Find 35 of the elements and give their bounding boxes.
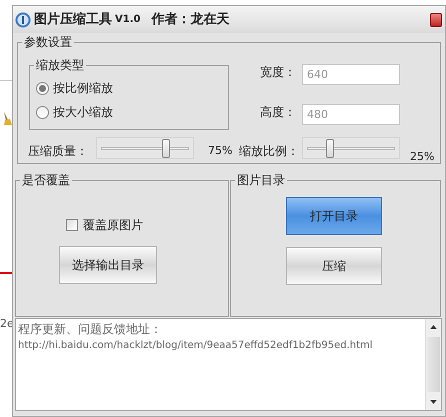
group-title: 参数设置: [22, 34, 74, 50]
radio-label: 按比例缩放: [53, 80, 113, 97]
slider-thumb[interactable]: [162, 139, 170, 158]
author-label: 作者：龙在天: [151, 10, 230, 29]
slider-value: 75%: [208, 143, 232, 159]
group-title: 缩放类型: [34, 57, 86, 73]
output-dir-button[interactable]: 选择输出目录: [59, 246, 157, 284]
slider-track[interactable]: [302, 137, 400, 159]
radio-label: 按大小缩放: [53, 104, 113, 121]
log-link: http://hi.baidu.com/hacklzt/blog/item/9eaa57effd52edf1b2fb95ed.html: [18, 339, 373, 353]
slider-track[interactable]: [96, 137, 194, 159]
log-textarea[interactable]: 程序更新、问题反馈地址： http://hi.baidu.com/hacklzt/blog/item/9eaa57effd52edf1b2fb95ed.html: [15, 318, 442, 411]
group-title: 是否覆盖: [20, 172, 72, 188]
window-title: 图片压缩工具: [34, 10, 112, 29]
checkbox-label: 覆盖原图片: [83, 217, 143, 234]
scroll-up-icon[interactable]: [430, 325, 437, 329]
field-label: 高度：: [260, 104, 296, 121]
checkbox[interactable]: [66, 219, 78, 231]
version-label: V1.0: [115, 13, 140, 27]
log-heading: 程序更新、问题反馈地址：: [18, 321, 162, 338]
scroll-down-icon[interactable]: [430, 400, 437, 404]
slider-value: 25%: [410, 149, 434, 165]
field-label: 宽度：: [260, 64, 296, 81]
slider-label: 缩放比例：: [239, 143, 299, 160]
scrollbar[interactable]: [425, 319, 441, 410]
slider-label: 压缩质量：: [28, 143, 88, 160]
action-button[interactable]: 打开目录: [286, 197, 382, 235]
close-button[interactable]: [430, 12, 442, 26]
action-button[interactable]: 压缩: [286, 247, 382, 285]
info-icon: [15, 12, 31, 28]
radio-button[interactable]: [36, 82, 49, 94]
slider-thumb[interactable]: [326, 139, 334, 158]
group-title: 图片目录: [235, 172, 287, 188]
brush-icon: [2, 112, 12, 126]
radio-button[interactable]: [36, 106, 49, 118]
